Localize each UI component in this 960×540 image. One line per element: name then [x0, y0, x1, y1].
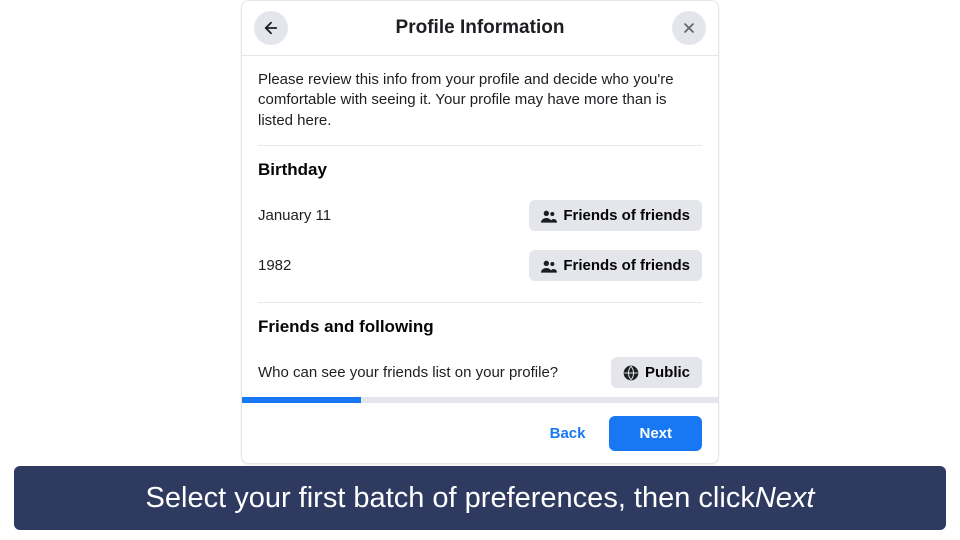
progress-fill [242, 397, 361, 403]
section-friends-following: Friends and following Who can see your f… [258, 302, 702, 397]
audience-label: Friends of friends [563, 257, 690, 274]
back-button[interactable]: Back [534, 417, 602, 450]
audience-selector[interactable]: Friends of friends [529, 200, 702, 231]
dialog-body: Please review this info from your profil… [242, 56, 718, 397]
row-label: 1982 [258, 257, 529, 274]
audience-label: Public [645, 364, 690, 381]
row-label: Who can see your friends list on your pr… [258, 364, 611, 381]
instruction-caption: Select your first batch of preferences, … [14, 466, 946, 530]
friends-of-friends-icon [541, 209, 557, 223]
row-friends-list: Who can see your friends list on your pr… [258, 351, 702, 395]
section-title: Friends and following [258, 317, 702, 337]
row-birthday-date: January 11 Friends of friends [258, 194, 702, 238]
friends-of-friends-icon [541, 259, 557, 273]
audience-label: Friends of friends [563, 207, 690, 224]
caption-emphasis: Next [755, 482, 815, 515]
caption-text: Select your first batch of preferences, … [146, 482, 755, 515]
section-birthday: Birthday January 11 Friends of friends 1… [258, 145, 702, 302]
row-label: January 11 [258, 207, 529, 224]
next-button[interactable]: Next [609, 416, 702, 451]
globe-icon [623, 365, 639, 381]
dialog-footer: Back Next [242, 403, 718, 463]
close-icon [681, 20, 697, 36]
audience-selector[interactable]: Public [611, 357, 702, 388]
progress-bar [242, 397, 718, 403]
audience-selector[interactable]: Friends of friends [529, 250, 702, 281]
dialog-title: Profile Information [396, 17, 565, 39]
profile-information-dialog: Profile Information Please review this i… [241, 0, 719, 464]
intro-text: Please review this info from your profil… [258, 70, 702, 145]
back-arrow-button[interactable] [254, 11, 288, 45]
arrow-left-icon [262, 19, 280, 37]
row-birthday-year: 1982 Friends of friends [258, 244, 702, 288]
section-title: Birthday [258, 160, 702, 180]
dialog-header: Profile Information [242, 1, 718, 56]
close-button[interactable] [672, 11, 706, 45]
